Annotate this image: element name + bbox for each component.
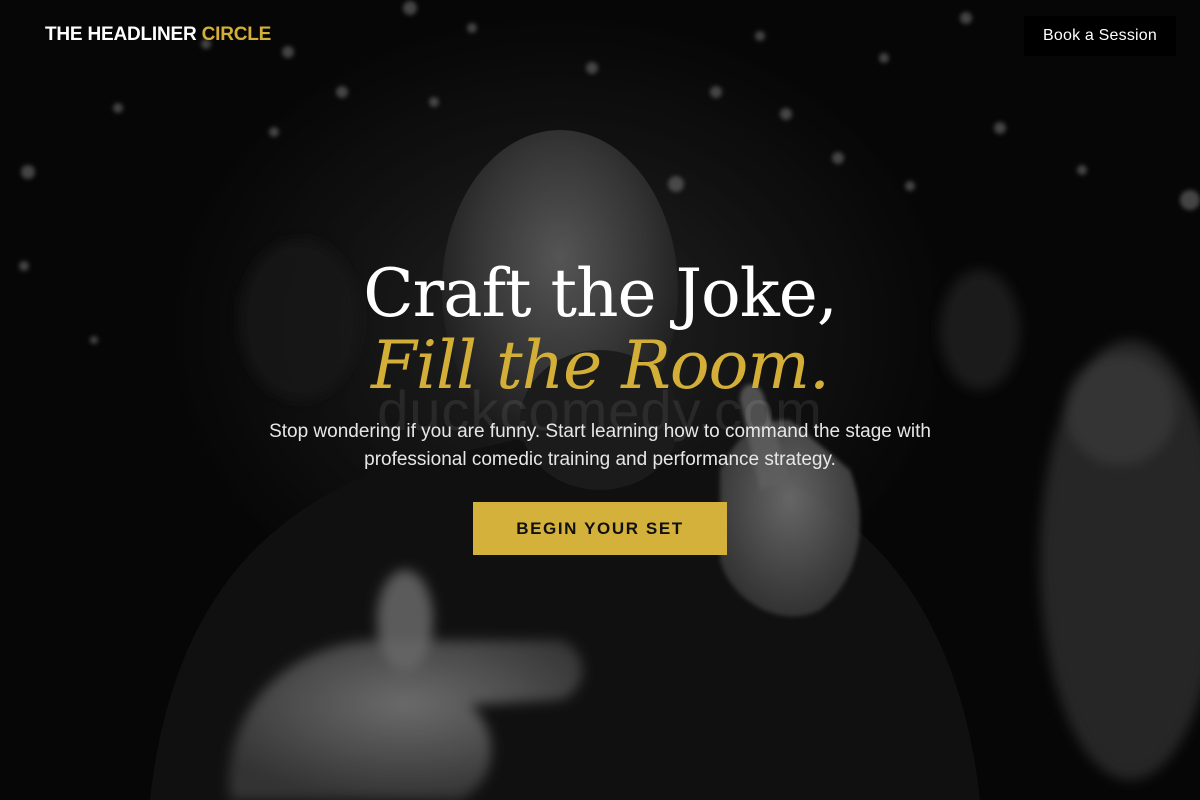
book-session-button[interactable]: Book a Session bbox=[1024, 16, 1176, 56]
hero-title: Craft the Joke, Fill the Room. bbox=[0, 258, 1200, 402]
hero-section: duckcomedy.com Craft the Joke, Fill the … bbox=[0, 258, 1200, 555]
begin-your-set-button[interactable]: BEGIN YOUR SET bbox=[473, 502, 727, 555]
brand-name: THE HEADLINER bbox=[45, 24, 197, 45]
site-header: THE HEADLINER CIRCLE Book a Session bbox=[0, 0, 1200, 72]
landing-page: THE HEADLINER CIRCLE Book a Session duck… bbox=[0, 0, 1200, 800]
brand-logo[interactable]: THE HEADLINER CIRCLE bbox=[45, 24, 271, 46]
hero-title-line1: Craft the Joke, bbox=[363, 255, 838, 332]
hero-subtitle: Stop wondering if you are funny. Start l… bbox=[269, 421, 931, 470]
hero-title-line2: Fill the Room. bbox=[371, 327, 830, 404]
brand-name-accent: CIRCLE bbox=[201, 24, 272, 45]
